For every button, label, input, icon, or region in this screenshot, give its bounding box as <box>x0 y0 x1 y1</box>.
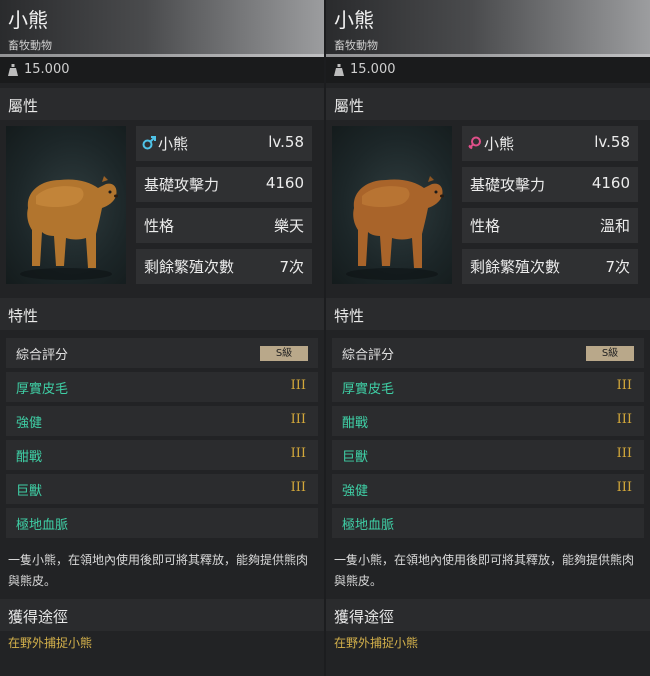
item-description: 一隻小熊，在領地內使用後即可將其釋放，能夠提供熊肉與熊皮。 <box>334 553 635 588</box>
card-header: 小熊 畜牧動物 <box>326 0 650 57</box>
trait-row[interactable]: 極地血脈 <box>332 508 644 538</box>
weight-row: 15.000 <box>326 57 650 83</box>
trait-row[interactable]: 厚實皮毛 III <box>332 372 644 402</box>
personality-label: 性格 <box>470 217 501 235</box>
attributes-heading-label: 屬性 <box>8 97 39 115</box>
traits-heading: 特性 <box>326 298 650 330</box>
personality-value: 樂天 <box>273 217 304 235</box>
trait-name: 酣戰 <box>16 450 43 465</box>
animal-name: 小熊 <box>484 135 515 153</box>
weight-value: 15.000 <box>350 62 396 77</box>
source-heading: 獲得途徑 <box>0 599 324 631</box>
attack-row: 基礎攻擊力 4160 <box>462 167 638 202</box>
source-text: 在野外捕捉小熊 <box>8 636 93 650</box>
animal-card-right: 小熊 畜牧動物 15.000 屬性 小熊 lv.58 基礎攻擊力 4160 性格… <box>326 0 650 676</box>
rating-label: 綜合評分 <box>16 348 69 363</box>
trait-name: 厚實皮毛 <box>342 382 395 397</box>
trait-tier: III <box>616 480 632 495</box>
rating-label: 綜合評分 <box>342 348 395 363</box>
trait-name: 酣戰 <box>342 416 369 431</box>
trait-name: 極地血脈 <box>16 518 69 533</box>
bear-image <box>20 176 118 280</box>
personality-row: 性格 溫和 <box>462 208 638 243</box>
trait-row[interactable]: 巨獸 III <box>6 474 318 504</box>
trait-tier: III <box>290 480 306 495</box>
level-value: lv.58 <box>594 133 630 151</box>
source-text: 在野外捕捉小熊 <box>334 636 419 650</box>
weight-value: 15.000 <box>24 62 70 77</box>
attack-label: 基礎攻擊力 <box>144 176 220 194</box>
trait-row[interactable]: 厚實皮毛 III <box>6 372 318 402</box>
male-symbol-icon <box>142 136 156 150</box>
item-description: 一隻小熊，在領地內使用後即可將其釋放，能夠提供熊肉與熊皮。 <box>8 553 309 588</box>
trait-name: 強健 <box>16 416 43 431</box>
trait-row[interactable]: 酣戰 III <box>332 406 644 436</box>
breeding-label: 剩餘繁殖次數 <box>144 258 235 276</box>
item-category: 畜牧動物 <box>8 39 52 52</box>
item-title: 小熊 <box>8 8 48 32</box>
traits-heading: 特性 <box>0 298 324 330</box>
trait-row[interactable]: 酣戰 III <box>6 440 318 470</box>
trait-name: 巨獸 <box>16 484 43 499</box>
animal-card-left: 小熊 畜牧動物 15.000 屬性 小熊 lv.58 基礎攻擊力 4160 性格… <box>0 0 324 676</box>
traits-heading-label: 特性 <box>8 307 39 325</box>
breeding-value: 7次 <box>279 258 304 276</box>
bear-portrait <box>332 126 452 284</box>
rating-badge: S級 <box>586 346 634 361</box>
source-heading-label: 獲得途徑 <box>334 608 395 626</box>
trait-name: 極地血脈 <box>342 518 395 533</box>
breeding-row: 剩餘繁殖次數 7次 <box>462 249 638 284</box>
trait-tier: III <box>616 378 632 393</box>
trait-tier: III <box>290 446 306 461</box>
animal-name: 小熊 <box>158 135 189 153</box>
trait-row[interactable]: 極地血脈 <box>6 508 318 538</box>
weight-row: 15.000 <box>0 57 324 83</box>
trait-name: 巨獸 <box>342 450 369 465</box>
trait-row[interactable]: 強健 III <box>6 406 318 436</box>
personality-value: 溫和 <box>599 217 630 235</box>
breeding-value: 7次 <box>605 258 630 276</box>
attributes-heading-label: 屬性 <box>334 97 365 115</box>
attributes-heading: 屬性 <box>0 88 324 120</box>
female-symbol-icon <box>468 136 481 150</box>
attack-value: 4160 <box>591 174 630 192</box>
name-level-row: 小熊 lv.58 <box>462 126 638 161</box>
attack-value: 4160 <box>265 174 304 192</box>
bear-image <box>346 176 444 280</box>
attack-label: 基礎攻擊力 <box>470 176 546 194</box>
source-heading: 獲得途徑 <box>326 599 650 631</box>
personality-row: 性格 樂天 <box>136 208 312 243</box>
traits-heading-label: 特性 <box>334 307 365 325</box>
trait-row[interactable]: 巨獸 III <box>332 440 644 470</box>
bear-portrait <box>6 126 126 284</box>
breeding-row: 剩餘繁殖次數 7次 <box>136 249 312 284</box>
card-header: 小熊 畜牧動物 <box>0 0 324 57</box>
rating-row: 綜合評分 S級 <box>332 338 644 368</box>
trait-name: 厚實皮毛 <box>16 382 69 397</box>
level-value: lv.58 <box>268 133 304 151</box>
source-heading-label: 獲得途徑 <box>8 608 69 626</box>
item-category: 畜牧動物 <box>334 39 378 52</box>
item-title: 小熊 <box>334 8 374 32</box>
trait-tier: III <box>290 378 306 393</box>
trait-name: 強健 <box>342 484 369 499</box>
trait-tier: III <box>290 412 306 427</box>
personality-label: 性格 <box>144 217 175 235</box>
weight-icon <box>334 64 344 76</box>
weight-icon <box>8 64 18 76</box>
attack-row: 基礎攻擊力 4160 <box>136 167 312 202</box>
attributes-heading: 屬性 <box>326 88 650 120</box>
trait-tier: III <box>616 446 632 461</box>
rating-row: 綜合評分 S級 <box>6 338 318 368</box>
name-level-row: 小熊 lv.58 <box>136 126 312 161</box>
rating-badge: S級 <box>260 346 308 361</box>
breeding-label: 剩餘繁殖次數 <box>470 258 561 276</box>
trait-tier: III <box>616 412 632 427</box>
trait-row[interactable]: 強健 III <box>332 474 644 504</box>
